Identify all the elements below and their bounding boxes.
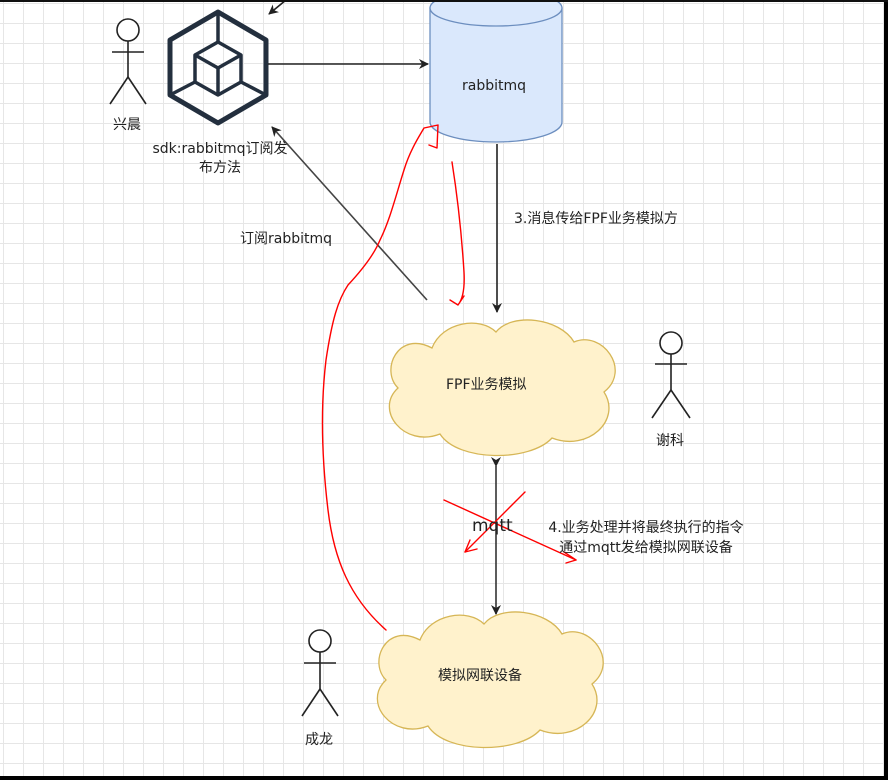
rabbitmq-label: rabbitmq xyxy=(462,78,527,94)
step4-label: 4.业务处理并将最终执行的指令 通过mqtt发给模拟网联设备 xyxy=(520,518,772,558)
red-curve-rabbitmq-to-fpf xyxy=(449,161,465,306)
sdk-method-label-line1: sdk:rabbitmq订阅发 xyxy=(152,141,288,157)
fpf-label: FPF业务模拟 xyxy=(446,377,527,393)
actor-chenglong-label: 成龙 xyxy=(305,732,333,748)
window-top-edge xyxy=(0,0,888,2)
actor-xingchen[interactable] xyxy=(109,18,147,105)
actor-chenglong[interactable] xyxy=(301,629,339,717)
actor-xingchen-label: 兴晨 xyxy=(113,117,141,133)
rabbitmq-cylinder[interactable] xyxy=(429,0,563,143)
actor-xieke[interactable] xyxy=(651,331,691,419)
diagram-canvas: 兴晨 谢科 成龙 rabbitmq FPF业务模拟 模拟网联设备 sdk:rab… xyxy=(0,0,884,776)
sdk-method-label-line2: 布方法 xyxy=(199,160,241,176)
actor-xieke-label: 谢科 xyxy=(656,433,684,449)
cube-component-icon[interactable] xyxy=(167,9,269,126)
sdk-method-label: sdk:rabbitmq订阅发 布方法 xyxy=(140,140,300,178)
arrow-to-top[interactable] xyxy=(268,0,287,15)
mqtt-label: mqtt xyxy=(472,516,513,536)
step3-label: 3.消息传给FPF业务模拟方 xyxy=(514,211,678,227)
step4-label-line1: 4.业务处理并将最终执行的指令 xyxy=(548,520,744,536)
subscribe-rabbitmq-label: 订阅rabbitmq xyxy=(240,231,333,247)
device-label: 模拟网联设备 xyxy=(438,668,522,684)
step4-label-line2: 通过mqtt发给模拟网联设备 xyxy=(559,540,733,556)
